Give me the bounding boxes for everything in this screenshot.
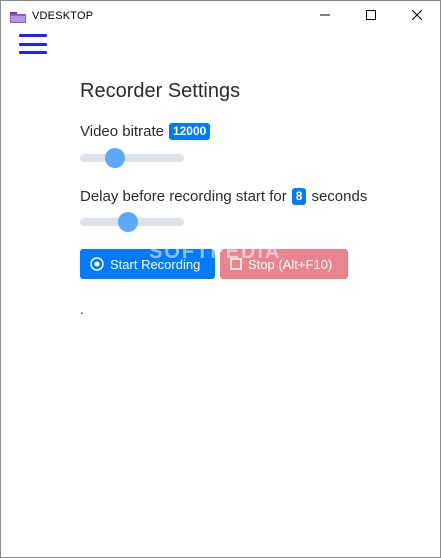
maximize-icon [366, 7, 376, 25]
menu-bar-line [19, 42, 47, 46]
record-icon [90, 257, 104, 271]
maximize-button[interactable] [348, 1, 394, 31]
bitrate-value-badge: 12000 [168, 123, 211, 140]
minimize-icon [320, 7, 330, 25]
close-button[interactable] [394, 1, 440, 31]
delay-label-row: Delay before recording start for 8 secon… [80, 188, 367, 205]
delay-value-badge: 8 [291, 188, 307, 205]
delay-slider[interactable] [80, 212, 184, 232]
hamburger-menu-icon[interactable] [19, 34, 47, 54]
delay-label-prefix: Delay before recording start for [80, 188, 287, 205]
menu-bar-line [19, 51, 47, 54]
start-recording-label: Start Recording [110, 256, 201, 272]
stop-button[interactable]: Stop (Alt+F10) [220, 249, 348, 279]
start-recording-button[interactable]: Start Recording [80, 249, 215, 279]
status-text: . [80, 301, 84, 317]
close-icon [411, 7, 423, 25]
window-title: VDESKTOP [32, 10, 94, 22]
stop-icon [230, 258, 242, 270]
app-folder-icon [10, 10, 26, 23]
bitrate-slider[interactable] [80, 148, 184, 168]
app-window: VDESKTOP Recorder Settings Video bitrate… [0, 0, 441, 558]
delay-slider-thumb[interactable] [118, 212, 138, 232]
bitrate-label-row: Video bitrate 12000 [80, 123, 215, 140]
page-title: Recorder Settings [80, 80, 241, 102]
bitrate-slider-thumb[interactable] [105, 148, 125, 168]
stop-label: Stop (Alt+F10) [248, 256, 333, 272]
menu-bar-line [19, 34, 47, 37]
delay-label-suffix: seconds [311, 188, 368, 205]
minimize-button[interactable] [302, 1, 348, 31]
title-bar[interactable]: VDESKTOP [1, 1, 440, 31]
bitrate-label: Video bitrate [80, 123, 164, 140]
